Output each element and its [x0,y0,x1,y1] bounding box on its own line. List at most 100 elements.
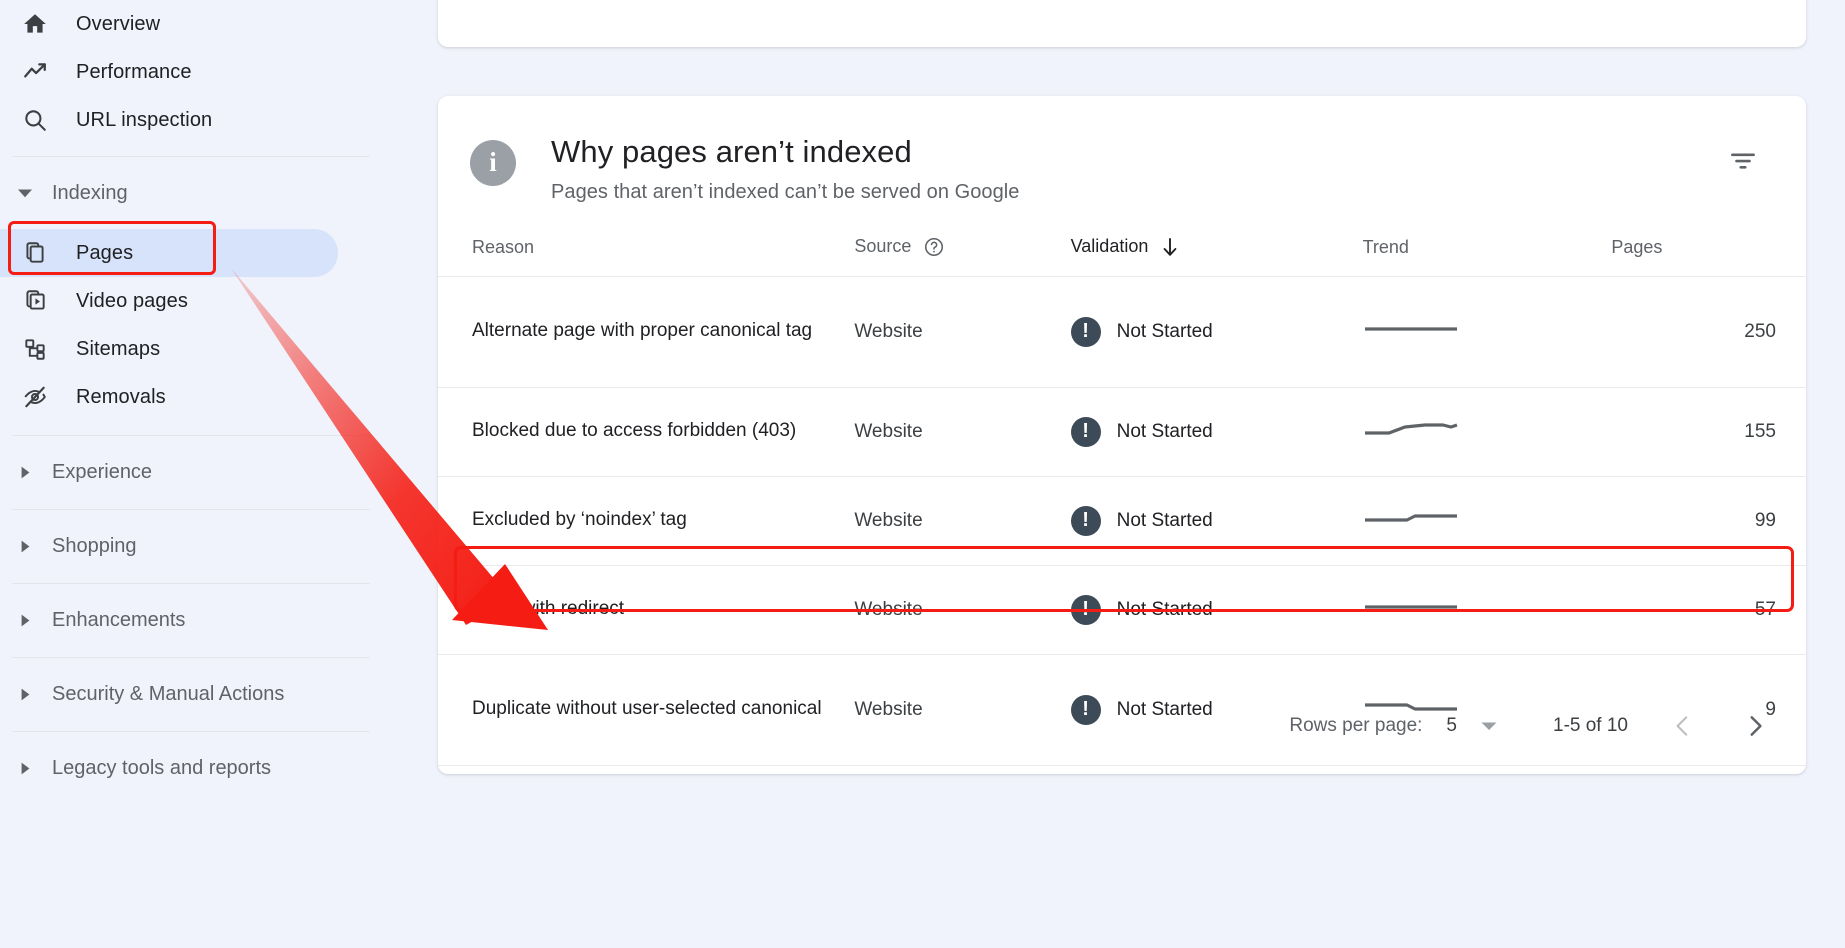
sidebar-item-label: URL inspection [76,108,213,131]
cell-validation: ! Not Started [1070,387,1363,477]
home-icon [20,9,50,39]
cell-trend [1362,276,1612,388]
trend-sparkline [1363,514,1459,536]
trending-up-icon [20,57,50,87]
help-circle-icon[interactable] [923,236,945,258]
sidebar-group-label: Legacy tools and reports [52,757,272,779]
validation-label: Not Started [1116,320,1213,342]
eye-off-icon [20,382,50,412]
cell-trend [1362,565,1612,655]
table-pagination-footer: Rows per page: 5 1-5 of 10 [438,678,1806,774]
exclamation-circle-icon: ! [1070,316,1101,347]
source-label: Website [854,509,923,531]
sidebar-item-label: Video pages [76,289,188,312]
caret-down-icon [14,182,36,204]
filter-icon[interactable] [1720,138,1766,184]
sidebar-group-legacy-tools[interactable]: Legacy tools and reports [0,732,382,805]
info-glyph: i [489,147,497,177]
sidebar-group-indexing[interactable]: Indexing [0,157,382,229]
sort-desc-arrow-icon[interactable] [1160,236,1180,258]
sidebar-group-label: Enhancements [52,609,186,631]
source-label: Website [854,598,923,620]
cell-pages: 57 [1611,565,1806,655]
sidebar-group-security-manual-actions[interactable]: Security & Manual Actions [0,658,382,731]
column-header-pages[interactable]: Pages [1611,235,1806,277]
column-header-label: Source [854,236,912,257]
pages-count: 57 [1754,598,1776,620]
card-header: i Why pages aren’t indexed Pages that ar… [438,96,1806,204]
sidebar-group-label: Shopping [52,535,137,557]
chevron-left-icon[interactable] [1666,709,1700,743]
column-header-label: Reason [472,236,535,257]
reason-label: Blocked due to access forbidden (403) [472,420,797,442]
source-label: Website [854,420,923,442]
sidebar-item-label: Performance [76,60,192,83]
sidebar-group-experience[interactable]: Experience [0,436,382,509]
chevron-down-icon[interactable] [1479,716,1499,736]
source-label: Website [854,320,923,342]
cell-source: Website [854,276,1071,388]
reason-label: Excluded by ‘noindex’ tag [472,509,687,531]
sidebar-item-performance[interactable]: Performance [0,48,382,96]
app-root: Overview Performance URL inspection Inde… [0,0,1845,948]
trend-sparkline [1363,423,1459,447]
column-header-validation[interactable]: Validation [1070,235,1363,277]
column-header-label: Trend [1362,236,1409,257]
sidebar-group-enhancements[interactable]: Enhancements [0,584,382,657]
sidebar-group-shopping[interactable]: Shopping [0,510,382,583]
table-row[interactable]: Page with redirect Website ! Not Started [438,565,1806,655]
table-header: Reason Source Validation Trend Pages [438,235,1806,277]
validation-label: Not Started [1116,598,1213,620]
table-row[interactable]: Excluded by ‘noindex’ tag Website ! Not … [438,476,1806,566]
caret-right-icon [14,462,36,484]
sidebar-group-label: Security & Manual Actions [52,683,285,705]
cell-trend [1362,387,1612,477]
pages-count: 99 [1754,509,1776,531]
exclamation-circle-icon: ! [1070,416,1101,447]
sidebar-item-sitemaps[interactable]: Sitemaps [0,325,382,373]
trend-sparkline [1363,604,1459,625]
main-content: i Why pages aren’t indexed Pages that ar… [382,0,1845,948]
sitemap-icon [20,334,50,364]
sidebar-item-video-pages[interactable]: Video pages [0,277,382,325]
rows-per-page-value[interactable]: 5 [1446,715,1457,737]
pages-count: 250 [1744,320,1776,342]
cell-source: Website [854,565,1071,655]
sidebar-item-label: Removals [76,385,166,408]
column-header-label: Validation [1070,236,1149,257]
table-row[interactable]: Alternate page with proper canonical tag… [438,276,1806,388]
rows-per-page-label: Rows per page: [1289,715,1423,736]
column-header-trend[interactable]: Trend [1362,235,1612,277]
cell-reason: Alternate page with proper canonical tag [438,276,855,388]
sidebar-item-label: Sitemaps [76,337,161,360]
reason-label: Alternate page with proper canonical tag [472,320,813,342]
reason-label: Page with redirect [472,598,625,620]
cell-validation: ! Not Started [1070,565,1363,655]
video-pages-icon [20,286,50,316]
search-icon [20,105,50,135]
sidebar-item-label: Overview [76,12,161,35]
chevron-right-icon[interactable] [1738,709,1772,743]
cell-source: Website [854,387,1071,477]
page-title: Why pages aren’t indexed [551,134,912,169]
cell-pages: 99 [1611,476,1806,566]
table-row[interactable]: Blocked due to access forbidden (403) We… [438,387,1806,477]
sidebar-item-removals[interactable]: Removals [0,373,382,421]
cell-reason: Excluded by ‘noindex’ tag [438,476,855,566]
sidebar-group-label: Experience [52,461,153,483]
sidebar-item-url-inspection[interactable]: URL inspection [0,96,382,144]
caret-right-icon [14,610,36,632]
trend-sparkline [1363,326,1459,347]
validation-label: Not Started [1116,420,1213,442]
sidebar-item-overview[interactable]: Overview [0,0,382,48]
pages-menu-item-outline [8,221,216,275]
column-header-source[interactable]: Source [854,235,1071,277]
validation-label: Not Started [1116,509,1213,531]
pages-count: 155 [1744,420,1776,442]
exclamation-circle-icon: ! [1070,505,1101,536]
cell-reason: Blocked due to access forbidden (403) [438,387,855,477]
sidebar-navigation: Overview Performance URL inspection Inde… [0,0,382,948]
caret-right-icon [14,536,36,558]
column-header-reason[interactable]: Reason [438,235,855,277]
caret-right-icon [14,684,36,706]
